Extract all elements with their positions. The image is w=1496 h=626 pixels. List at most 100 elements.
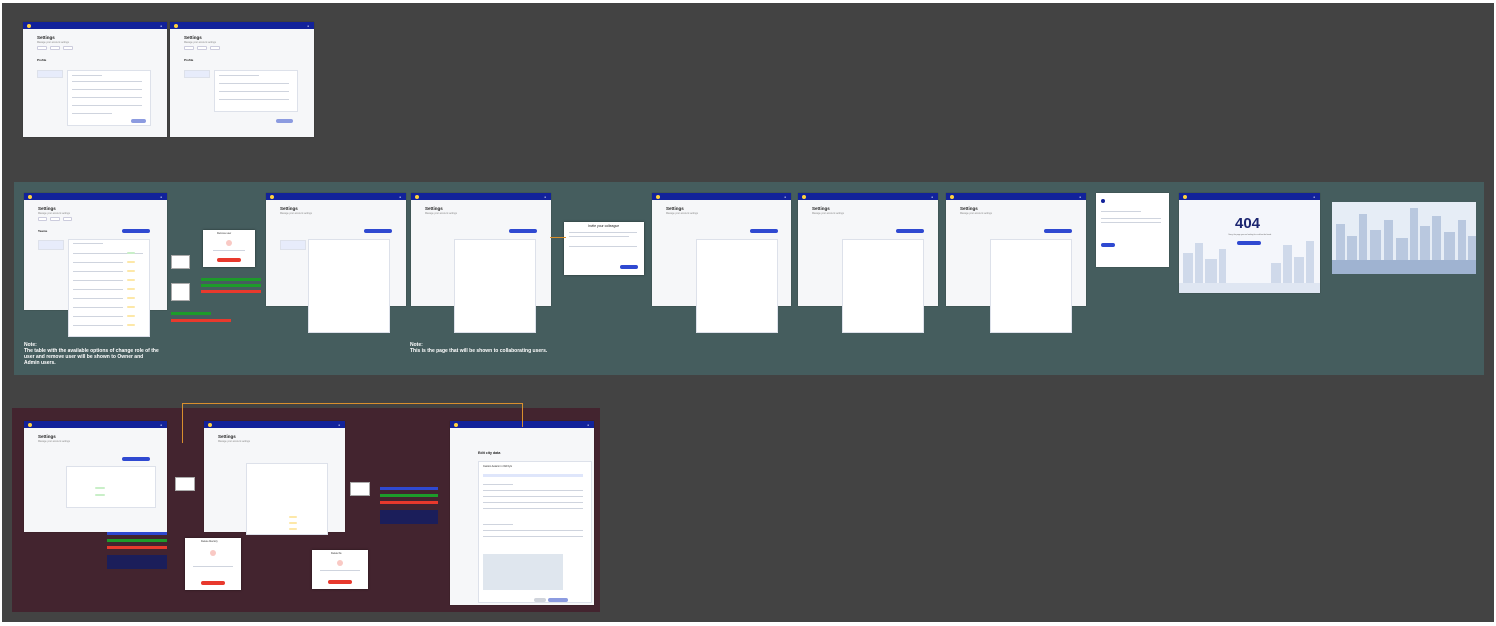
go-home-button[interactable] [1237, 241, 1261, 245]
success-toast [107, 532, 167, 535]
logo-icon [1183, 194, 1187, 199]
logo-icon [27, 23, 31, 28]
top-bar: ● [1179, 193, 1320, 200]
page-subtitle: Manage your account settings [184, 41, 216, 44]
top-bar-menu[interactable]: ● [160, 423, 162, 427]
logo-icon [415, 194, 419, 199]
tab-notifications[interactable] [210, 46, 220, 50]
page-subtitle: Manage your account settings [38, 440, 70, 443]
owner-admin-note: Note: The table with the available optio… [24, 342, 159, 366]
warning-icon [210, 550, 216, 556]
warning-icon [337, 560, 343, 566]
dialog-title: Invite your colleague [588, 224, 620, 228]
top-bar-menu[interactable]: ● [160, 24, 162, 28]
page-title: Settings [812, 206, 830, 211]
save-city-button[interactable] [548, 598, 568, 602]
error-toast-2 [380, 501, 438, 504]
top-bar-menu[interactable]: ● [1313, 195, 1315, 199]
info-panel-2 [380, 510, 438, 524]
confirm-delete-file-button[interactable] [328, 580, 352, 584]
tab-teams[interactable] [197, 46, 207, 50]
page-subtitle: Manage your account settings [37, 41, 69, 44]
save-button[interactable] [131, 119, 146, 123]
info-panel [107, 555, 167, 569]
tab-teams[interactable] [50, 217, 60, 221]
top-bar-menu[interactable]: ● [544, 195, 546, 199]
members-table-6 [990, 239, 1072, 333]
file-actions-popover-2[interactable] [350, 482, 370, 496]
dialog-title: Delete directory [201, 540, 218, 543]
flow-connector [550, 237, 566, 238]
delete-file-dialog: Delete file [312, 550, 368, 589]
tab-profile[interactable] [184, 46, 194, 50]
invite-landing-frame [1096, 193, 1169, 267]
invite-button[interactable] [122, 229, 150, 233]
city-name: Custom Autumn in Old Kyiv [483, 465, 513, 468]
page-subtitle: Manage your account settings [666, 212, 698, 215]
invite-button[interactable] [364, 229, 392, 233]
top-bar-menu[interactable]: ● [1079, 195, 1081, 199]
edit-city-frame: ● Edit city data Custom Autumn in Old Ky… [450, 421, 594, 605]
team-side-menu [38, 240, 64, 250]
delete-directory-dialog: Delete directory [185, 538, 241, 590]
tab-notifications[interactable] [63, 46, 73, 50]
remove-user-dialog: Remove user [203, 230, 255, 267]
top-bar-menu[interactable]: ● [338, 423, 340, 427]
top-bar-menu[interactable]: ● [931, 195, 933, 199]
save-button[interactable] [276, 119, 293, 123]
logo-icon [802, 194, 806, 199]
warning-icon [226, 240, 232, 246]
page-subtitle: Manage your account settings [38, 212, 70, 215]
logo-icon [208, 422, 212, 427]
tab-profile[interactable] [37, 46, 47, 50]
section-heading: Profile [184, 58, 194, 62]
city-map[interactable] [483, 554, 563, 590]
top-bar-menu[interactable]: ● [160, 195, 162, 199]
tab-teams[interactable] [50, 46, 60, 50]
top-bar: ● [266, 193, 406, 200]
accept-invite-button[interactable] [1101, 243, 1115, 247]
logo-icon [454, 422, 458, 427]
logo-icon [270, 194, 274, 199]
confirm-delete-button[interactable] [201, 581, 225, 585]
role-menu-popover-2[interactable] [171, 283, 190, 301]
cancel-button[interactable] [534, 598, 546, 602]
top-bar: ● [411, 193, 551, 200]
top-bar-menu[interactable]: ● [784, 195, 786, 199]
top-bar-menu[interactable]: ● [587, 423, 589, 427]
profile-settings-frame-2: ● Settings Manage your account settings … [170, 22, 314, 137]
tab-notifications[interactable] [62, 217, 73, 221]
members-table-5 [842, 239, 924, 333]
error-message: Sorry, the page you are looking for coul… [1228, 234, 1272, 236]
role-menu-popover[interactable] [171, 255, 190, 269]
page-title: Settings [37, 35, 55, 40]
invite-button[interactable] [896, 229, 924, 233]
settings-tabs [37, 46, 73, 50]
top-bar-menu[interactable]: ● [399, 195, 401, 199]
profile-side-menu [37, 70, 63, 78]
error-toast [107, 546, 167, 549]
invite-button[interactable] [1044, 229, 1072, 233]
confirm-remove-button[interactable] [217, 258, 241, 262]
invite-button[interactable] [509, 229, 537, 233]
page-title: Settings [38, 206, 56, 211]
tab-profile[interactable] [38, 217, 48, 221]
invite-colleague-dialog: Invite your colleague [564, 222, 644, 275]
upload-button[interactable] [122, 457, 150, 461]
file-actions-popover[interactable] [175, 477, 195, 491]
page-title: Settings [184, 35, 202, 40]
page-title: Settings [960, 206, 978, 211]
success-toast-3 [171, 312, 211, 315]
design-canvas: ● Settings Manage your account settings … [2, 3, 1494, 622]
error-toast-2 [171, 319, 231, 322]
members-table-2 [308, 239, 390, 333]
send-invite-button[interactable] [620, 265, 638, 269]
success-toast-2 [201, 284, 261, 287]
dialog-title: Delete file [331, 552, 342, 555]
members-table-4 [696, 239, 778, 333]
top-bar-menu[interactable]: ● [307, 24, 309, 28]
dialog-title: Remove user [217, 232, 232, 235]
logo-icon [1101, 199, 1105, 203]
invite-button[interactable] [750, 229, 778, 233]
success-toast-4 [380, 494, 438, 497]
